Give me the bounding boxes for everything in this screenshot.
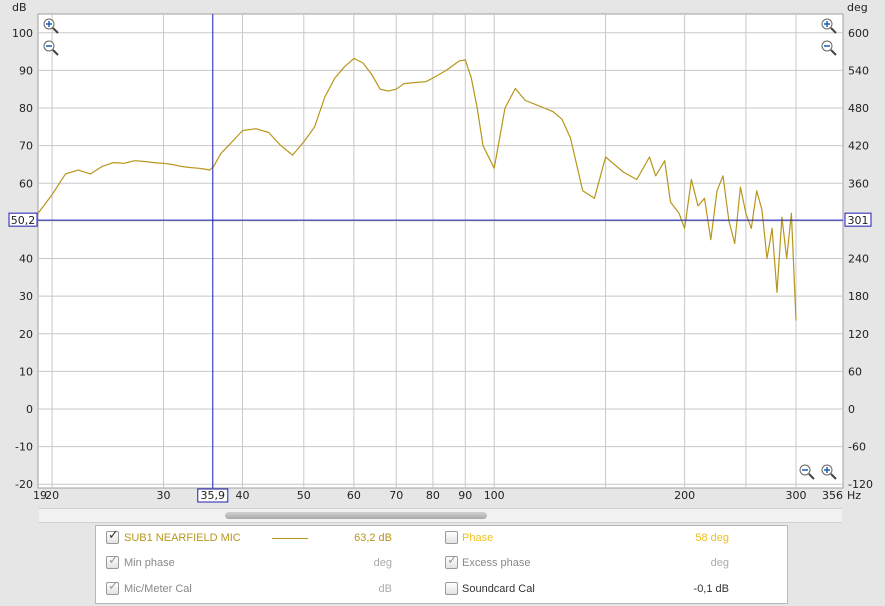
- x-tick-label: 80: [426, 489, 440, 502]
- soundcard-cal-label: Soundcard Cal: [462, 583, 535, 595]
- soundcard-cal-checkbox[interactable]: [445, 582, 458, 595]
- phase-tick-label: 0: [848, 403, 855, 416]
- phase-tick-label: 240: [848, 253, 869, 266]
- y-tick-label: 100: [12, 27, 33, 40]
- trace-value: 63,2 dB: [354, 532, 392, 544]
- min-phase-value: deg: [373, 557, 392, 569]
- x-axis-unit: Hz: [847, 489, 861, 502]
- x-tick-label: 60: [347, 489, 361, 502]
- x-tick-label: 50: [297, 489, 311, 502]
- cursor-level-readout: 50,2: [11, 214, 36, 227]
- legend-row-min-phase[interactable]: ✓ Min phase deg: [104, 553, 434, 571]
- mic-cal-value: dB: [378, 583, 392, 595]
- y-tick-label: 10: [19, 365, 33, 378]
- phase-tick-label: 60: [848, 365, 862, 378]
- phase-tick-label: 180: [848, 290, 869, 303]
- plot-area[interactable]: [37, 13, 844, 489]
- y-tick-label: 0: [26, 403, 33, 416]
- left-axis-unit: dB: [12, 1, 27, 14]
- phase-tick-label: 360: [848, 177, 869, 190]
- x-tick-label: 300: [785, 489, 806, 502]
- trace-checkbox[interactable]: ✓: [106, 528, 119, 544]
- phase-tick-label: 120: [848, 328, 869, 341]
- y-tick-label: 70: [19, 140, 33, 153]
- right-axis-unit: deg: [847, 1, 868, 14]
- min-phase-label: Min phase: [124, 557, 175, 569]
- y-tick-label: 30: [19, 290, 33, 303]
- y-tick-label: -10: [15, 441, 33, 454]
- legend-row-soundcard-cal[interactable]: Soundcard Cal -0,1 dB: [443, 581, 743, 597]
- x-tick-label: 20: [45, 489, 59, 502]
- x-tick-label: 100: [484, 489, 505, 502]
- phase-tick-label: 540: [848, 64, 869, 77]
- phase-tick-label: -60: [848, 441, 866, 454]
- trace-line-swatch: [272, 538, 308, 539]
- legend-panel: ✓ SUB1 NEARFIELD MIC 63,2 dB ✓ Min phase…: [95, 525, 788, 604]
- x-tick-label: 200: [674, 489, 695, 502]
- cursor-frequency-readout: 35,9: [201, 489, 226, 502]
- scrollbar-thumb[interactable]: [225, 512, 487, 519]
- x-tick-label: 90: [458, 489, 472, 502]
- y-tick-label: 60: [19, 177, 33, 190]
- soundcard-cal-value: -0,1 dB: [693, 583, 729, 595]
- excess-phase-label: Excess phase: [462, 557, 531, 569]
- phase-tick-label: 420: [848, 140, 869, 153]
- y-tick-label: 80: [19, 102, 33, 115]
- excess-phase-checkbox[interactable]: ✓: [445, 553, 458, 569]
- phase-checkbox[interactable]: [445, 531, 458, 544]
- frequency-response-chart[interactable]: 1006009054080480704206036050300402403018…: [0, 0, 885, 506]
- horizontal-scrollbar[interactable]: [39, 508, 842, 523]
- phase-label: Phase: [462, 532, 494, 544]
- mic-cal-checkbox[interactable]: ✓: [106, 579, 119, 595]
- phase-value: 58 deg: [695, 532, 729, 544]
- x-tick-label: 70: [389, 489, 403, 502]
- y-tick-label: 40: [19, 253, 33, 266]
- min-phase-checkbox[interactable]: ✓: [106, 553, 119, 569]
- mic-cal-label: Mic/Meter Cal: [124, 583, 192, 595]
- legend-row-trace[interactable]: ✓ SUB1 NEARFIELD MIC 63,2 dB: [104, 528, 434, 546]
- legend-row-excess-phase[interactable]: ✓ Excess phase deg: [443, 553, 743, 571]
- legend-row-phase[interactable]: Phase 58 deg: [443, 530, 743, 546]
- phase-tick-label: 480: [848, 102, 869, 115]
- excess-phase-value: deg: [710, 557, 729, 569]
- x-tick-label: 30: [156, 489, 170, 502]
- y-tick-label: 20: [19, 328, 33, 341]
- x-tick-label: 356: [822, 489, 843, 502]
- y-tick-label: -20: [15, 478, 33, 491]
- trace-label: SUB1 NEARFIELD MIC: [124, 532, 241, 544]
- cursor-phase-readout: 301: [848, 214, 869, 227]
- y-tick-label: 90: [19, 64, 33, 77]
- x-tick-label: 40: [235, 489, 249, 502]
- legend-row-mic-cal[interactable]: ✓ Mic/Meter Cal dB: [104, 579, 434, 597]
- phase-tick-label: 600: [848, 27, 869, 40]
